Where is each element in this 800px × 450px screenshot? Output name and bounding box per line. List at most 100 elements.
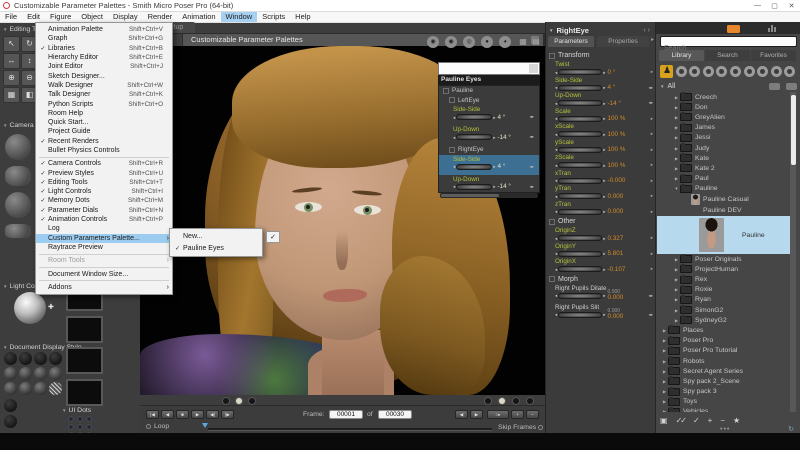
menu-item-sketch-designer[interactable]: Sketch Designer... (36, 71, 172, 80)
frame-current-field[interactable]: 00001 (329, 410, 363, 419)
library-item[interactable]: ▶ Robots (657, 356, 790, 366)
library-item[interactable]: ▶ Rex (657, 274, 790, 284)
play-button[interactable]: ▶ (191, 410, 204, 419)
dial-slider[interactable] (558, 146, 603, 153)
dial-decrement-arrow[interactable]: ◂ (453, 164, 455, 169)
library-item[interactable]: ▶ Jessi (657, 132, 790, 143)
ui-dot[interactable] (77, 424, 83, 430)
dial-slider[interactable] (456, 134, 493, 140)
tree-collapsed-icon[interactable]: ▶ (673, 156, 680, 161)
dial-increment-arrow[interactable]: ▸ (493, 184, 495, 189)
section-header-other[interactable]: Other (546, 216, 656, 227)
render-memory-frame[interactable] (66, 378, 103, 406)
keyframe-icon[interactable]: ◂▸ (529, 184, 534, 190)
dial-increment-arrow[interactable]: ▸ (603, 194, 605, 199)
library-item[interactable]: ▶ Paul (657, 173, 790, 184)
render-camera-icon[interactable]: ◉ (427, 36, 439, 48)
next-key-button[interactable]: ▶ (470, 410, 483, 419)
dial-menu-icon[interactable]: ▸ (651, 266, 653, 272)
tab-parameters[interactable]: Parameters (548, 36, 594, 47)
menu-item-light-controls[interactable]: ✓ Light Controls Shift+Ctrl+I (36, 187, 172, 196)
editing-tool-icon[interactable]: ▦ (3, 87, 20, 103)
dial-increment-arrow[interactable]: ▸ (603, 178, 605, 183)
tree-collapsed-icon[interactable]: ▶ (661, 379, 668, 384)
tree-expanded-icon[interactable]: ▼ (673, 186, 680, 191)
view-dot[interactable] (248, 397, 256, 405)
tabs-overflow-icon[interactable]: ▸ (651, 36, 654, 43)
display-style-sphere[interactable] (4, 367, 17, 380)
render-queue-icon[interactable]: ▤ (530, 36, 542, 48)
favorite-icon[interactable]: ★ (733, 416, 740, 425)
menubar-item-window[interactable]: Window (220, 12, 258, 22)
stop-button[interactable]: ■ (176, 410, 189, 419)
menubar-item-scripts[interactable]: Scripts (257, 12, 290, 22)
dial-decrement-arrow[interactable]: ◂ (555, 236, 557, 241)
sync-icon[interactable] (769, 82, 780, 90)
expressions-category-icon[interactable] (689, 65, 701, 77)
dial-menu-icon[interactable]: ▸ (651, 251, 653, 257)
dial-increment-arrow[interactable]: ▸ (603, 116, 605, 121)
tree-collapsed-icon[interactable]: ▶ (661, 328, 668, 333)
keyframe-icon[interactable]: ◂▸ (529, 164, 534, 170)
tree-collapsed-icon[interactable]: ▶ (673, 135, 680, 140)
menubar-item-file[interactable]: File (0, 12, 22, 22)
prev-frame-button[interactable]: ◀ (161, 410, 174, 419)
library-item[interactable]: ▶ Poser Originals (657, 254, 790, 264)
dial-menu-icon[interactable]: ▸ (651, 147, 653, 153)
dial-slider[interactable] (558, 235, 603, 241)
compare-render-icon[interactable]: ◎ (463, 36, 475, 48)
dial-decrement-arrow[interactable]: ◂ (555, 267, 557, 272)
menu-item-joint-editor[interactable]: Joint Editor Shift+Ctrl+J (36, 62, 172, 71)
menu-item-bullet-physics-controls[interactable]: Bullet Physics Controls (36, 146, 172, 155)
library-root-row[interactable]: ▼ All (660, 80, 797, 92)
menu-item-project-guide[interactable]: Project Guide (36, 127, 172, 136)
palette-filter-button[interactable] (529, 64, 538, 73)
lights-category-icon[interactable] (743, 65, 755, 77)
library-tab-favorites[interactable]: Favorites (751, 50, 796, 61)
skip-frames-toggle[interactable] (538, 425, 543, 430)
dial-decrement-arrow[interactable]: ◂ (555, 147, 557, 152)
display-style-sphere[interactable] (49, 382, 62, 395)
dial-increment-arrow[interactable]: ▸ (603, 163, 605, 168)
display-style-sphere[interactable] (34, 352, 47, 365)
library-item[interactable]: ▶ Kate (657, 153, 790, 163)
dial-increment-arrow[interactable]: ▸ (603, 85, 605, 90)
library-flag-icon[interactable] (727, 24, 740, 33)
step-forward-button[interactable]: |▶ (221, 410, 234, 419)
keyframe-icon[interactable]: ◂▸ (648, 293, 653, 299)
light-position-ball[interactable] (14, 292, 46, 324)
tree-collapsed-icon[interactable]: ▶ (661, 399, 668, 404)
dial-menu-icon[interactable]: ▸ (651, 193, 653, 199)
dial-decrement-arrow[interactable]: ◂ (453, 115, 455, 120)
dial-decrement-arrow[interactable]: ◂ (555, 85, 557, 90)
section-checkbox[interactable] (549, 52, 555, 59)
check-icon[interactable]: ✓ (693, 416, 700, 425)
library-item[interactable]: ▶ James (657, 122, 790, 133)
tree-collapsed-icon[interactable]: ▶ (673, 176, 680, 181)
maximize-button[interactable]: ▢ (766, 2, 783, 10)
keyframe-icon[interactable]: ◂▸ (648, 85, 653, 91)
dial-increment-arrow[interactable]: ▸ (603, 70, 605, 75)
camera-trackball[interactable] (5, 192, 31, 218)
close-button[interactable]: ✕ (783, 2, 800, 10)
dial-menu-icon[interactable]: ▸ (651, 162, 653, 168)
menu-item-editing-tools[interactable]: ✓ Editing Tools Shift+Ctrl+T (36, 178, 172, 187)
dial-slider[interactable] (558, 250, 603, 257)
library-item[interactable]: ▶ Toys (657, 396, 790, 407)
dial-slider[interactable] (558, 311, 603, 318)
dial-menu-icon[interactable]: ▸ (651, 131, 653, 137)
dial-decrement-arrow[interactable]: ◂ (453, 184, 455, 189)
display-style-sphere[interactable] (4, 352, 17, 365)
refresh-icon[interactable]: ↻ (788, 425, 794, 433)
tree-collapsed-icon[interactable]: ▶ (673, 267, 680, 272)
camera-control-pad[interactable] (5, 166, 31, 186)
display-style-sphere[interactable] (34, 382, 47, 395)
dial-increment-arrow[interactable]: ▸ (493, 164, 495, 169)
section-checkbox[interactable] (549, 218, 555, 225)
library-item-selected[interactable]: Pauline (657, 216, 790, 255)
add-light-icon[interactable]: ✚ (48, 303, 54, 311)
menu-item-graph[interactable]: Graph Shift+Ctrl+G (36, 34, 172, 43)
display-style-sphere[interactable] (49, 367, 62, 380)
render-memory-frame[interactable] (66, 315, 103, 343)
scrollbar-thumb[interactable] (790, 95, 796, 165)
